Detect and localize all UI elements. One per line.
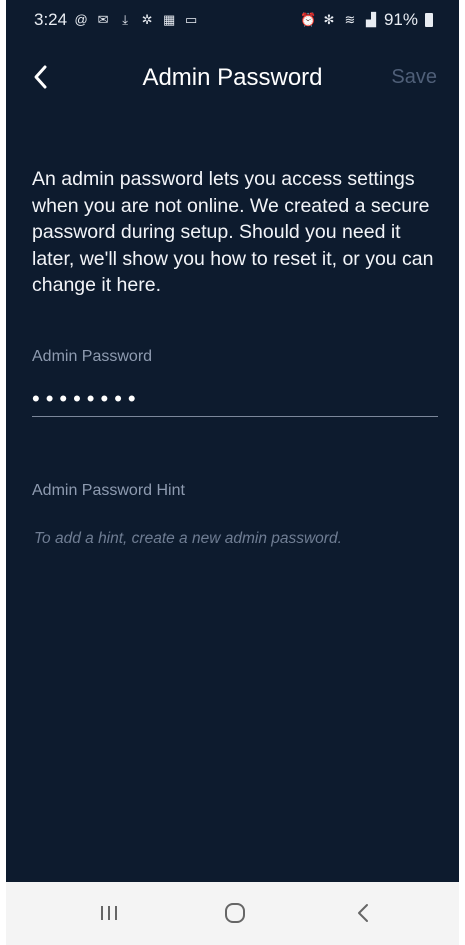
hint-label: Admin Password Hint	[32, 482, 185, 499]
pinwheel-icon: ✲	[141, 12, 153, 27]
status-time: 3:24	[34, 10, 68, 29]
password-label: Admin Password	[32, 348, 153, 365]
header: Admin Password Save	[6, 52, 459, 102]
hint-placeholder-text: To add a hint, create a new admin passwo…	[34, 530, 342, 547]
wifi-icon: ≋	[344, 12, 356, 27]
bluetooth-icon: ✻	[323, 12, 335, 27]
alarm-icon: ⏰	[299, 12, 317, 27]
download-icon: ⤓	[122, 12, 128, 27]
system-nav-bar	[6, 882, 459, 945]
home-button[interactable]	[218, 898, 252, 928]
app-screen: 3:24 @ ✉ ⤓ ✲ ▦ ▭ ⏰ ✻ ≋ ▟ 91% Admin Passw…	[6, 0, 459, 945]
status-bar: 3:24 @ ✉ ⤓ ✲ ▦ ▭ ⏰ ✻ ≋ ▟ 91%	[6, 0, 459, 40]
save-button[interactable]: Save	[391, 66, 437, 89]
recent-apps-button[interactable]	[92, 898, 126, 928]
monitor-icon: ▭	[184, 12, 198, 27]
mail-icon: ✉	[97, 12, 109, 27]
battery-percent: 91%	[383, 10, 418, 29]
at-sign-icon: @	[74, 12, 88, 27]
battery-icon	[425, 13, 433, 27]
calendar-icon: ▦	[162, 12, 176, 27]
recent-apps-icon	[101, 906, 117, 920]
back-icon	[358, 904, 368, 922]
4g-signal-icon: ▟	[365, 12, 376, 27]
password-input[interactable]	[32, 382, 438, 417]
description-text: An admin password lets you access settin…	[32, 168, 434, 296]
back-nav-button[interactable]	[346, 898, 380, 928]
home-icon	[225, 903, 245, 923]
